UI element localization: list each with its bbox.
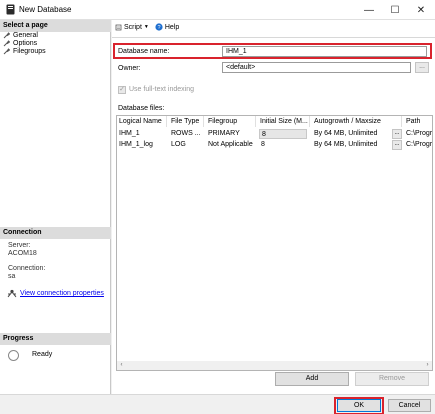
remove-button[interactable]: Remove: [355, 372, 429, 386]
row2-path[interactable]: C:\Progra: [404, 140, 432, 150]
help-label: Help: [164, 23, 180, 31]
page-item-options[interactable]: Options: [3, 40, 37, 47]
row2-file-type[interactable]: LOG: [169, 140, 204, 150]
row2-autogrowth[interactable]: By 64 MB, Unlimited: [312, 140, 392, 150]
connection-label: Connection:: [8, 265, 46, 272]
toolbar-divider: [112, 37, 435, 38]
add-button[interactable]: Add: [275, 372, 349, 386]
script-button[interactable]: Script ▼: [115, 24, 149, 31]
left-panel: Select a page General Options Filegroups…: [0, 20, 111, 394]
help-icon: ?: [155, 23, 163, 31]
row1-logical-name[interactable]: IHM_1: [117, 129, 167, 139]
column-header-autogrowth[interactable]: Autogrowth / Maxsize: [312, 116, 402, 127]
row2-filegroup[interactable]: Not Applicable: [206, 140, 256, 150]
scroll-left-arrow[interactable]: ‹: [117, 361, 126, 370]
owner-label: Owner:: [118, 65, 141, 72]
row1-path[interactable]: C:\Progra: [404, 129, 432, 139]
row1-file-type[interactable]: ROWS ...: [169, 129, 204, 139]
progress-status-text: Ready: [32, 351, 53, 358]
progress-status-icon: [8, 350, 19, 361]
chevron-down-icon: ▼: [143, 24, 149, 30]
column-header-initial-size[interactable]: Initial Size (M...: [258, 116, 310, 127]
minimize-button[interactable]: —: [356, 0, 382, 20]
wrench-icon: [3, 40, 10, 47]
page-item-label: General: [13, 32, 38, 39]
ok-button[interactable]: OK: [337, 399, 381, 412]
row1-autogrowth-browse-button[interactable]: ...: [392, 129, 402, 139]
connection-header: Connection: [0, 227, 111, 239]
column-header-logical-name[interactable]: Logical Name: [117, 116, 167, 127]
horizontal-scrollbar[interactable]: ‹ ›: [117, 361, 432, 370]
row1-autogrowth[interactable]: By 64 MB, Unlimited: [312, 129, 392, 139]
database-app-icon: [6, 4, 15, 15]
database-name-label: Database name:: [118, 48, 170, 55]
window-title: New Database: [19, 5, 72, 14]
select-page-header: Select a page: [0, 20, 111, 32]
page-item-filegroups[interactable]: Filegroups: [3, 48, 46, 55]
database-files-label: Database files:: [118, 105, 165, 112]
view-connection-properties-link[interactable]: View connection properties: [20, 290, 104, 297]
row1-initial-size[interactable]: 8: [259, 129, 307, 139]
page-item-label: Filegroups: [13, 48, 46, 55]
database-name-input[interactable]: IHM_1: [222, 46, 427, 57]
script-label: Script: [124, 23, 142, 31]
owner-input[interactable]: <default>: [222, 62, 411, 73]
title-bar: New Database — ☐ ✕: [0, 0, 435, 20]
row1-filegroup[interactable]: PRIMARY: [206, 129, 256, 139]
fulltext-checkbox[interactable]: ✓: [118, 86, 126, 94]
column-header-path[interactable]: Path: [404, 116, 432, 127]
row2-initial-size[interactable]: 8: [259, 140, 307, 150]
page-item-general[interactable]: General: [3, 32, 38, 39]
help-button[interactable]: ? Help: [155, 23, 179, 31]
cancel-button[interactable]: Cancel: [388, 399, 431, 412]
owner-browse-button[interactable]: ...: [415, 62, 429, 73]
fulltext-label: Use full-text indexing: [129, 86, 194, 93]
server-value: ACOM18: [8, 250, 37, 257]
connection-value: sa: [8, 273, 16, 280]
row2-autogrowth-browse-button[interactable]: ...: [392, 140, 402, 150]
toolbar: Script ▼ ? Help: [115, 23, 179, 31]
wrench-icon: [3, 48, 10, 55]
column-header-file-type[interactable]: File Type: [169, 116, 204, 127]
progress-header: Progress: [0, 333, 111, 345]
row2-logical-name[interactable]: IHM_1_log: [117, 140, 167, 150]
main-panel: Script ▼ ? Help Database name: IHM_1 Own…: [112, 20, 435, 394]
database-files-grid[interactable]: Logical Name File Type Filegroup Initial…: [116, 115, 433, 371]
dialog-footer: OK Cancel: [0, 394, 435, 414]
connection-properties-icon: [7, 289, 17, 298]
page-item-label: Options: [13, 40, 38, 47]
svg-text:?: ?: [157, 25, 160, 31]
wrench-icon: [3, 32, 10, 39]
maximize-button[interactable]: ☐: [382, 0, 408, 20]
scroll-right-arrow[interactable]: ›: [423, 361, 432, 370]
script-icon: [115, 24, 122, 30]
server-label: Server:: [8, 242, 31, 249]
close-button[interactable]: ✕: [408, 0, 434, 20]
column-header-filegroup[interactable]: Filegroup: [206, 116, 256, 127]
